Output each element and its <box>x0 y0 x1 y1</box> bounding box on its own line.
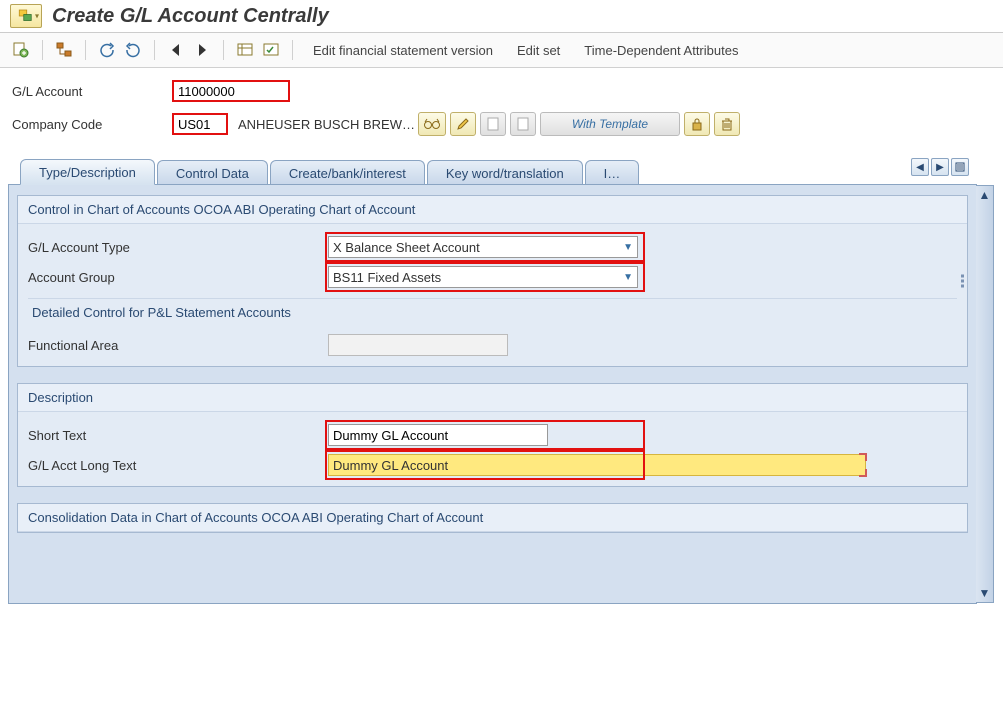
next-icon <box>196 43 208 57</box>
account-group-row: Account Group BS11 Fixed Assets ▼ <box>28 266 957 288</box>
long-text-input[interactable]: Dummy GL Account <box>328 454 866 476</box>
list-icon <box>955 162 965 172</box>
dropdown-icon: ▼ <box>623 242 633 253</box>
tabstrip: Type/Description Control Data Create/ban… <box>8 158 995 184</box>
gl-account-row: G/L Account <box>12 80 991 102</box>
short-text-label: Short Text <box>28 428 328 443</box>
group-consolidation: Consolidation Data in Chart of Accounts … <box>17 503 968 533</box>
tab-keyword-translation[interactable]: Key word/translation <box>427 160 583 185</box>
company-code-label: Company Code <box>12 117 172 132</box>
pencil-icon <box>456 117 470 131</box>
next-button[interactable] <box>191 39 213 61</box>
time-dep-button[interactable]: Time-Dependent Attributes <box>574 43 748 58</box>
glasses-button[interactable] <box>418 112 446 136</box>
group-description: Description Short Text G/L Acct Long Tex… <box>17 383 968 487</box>
scroll-up-icon[interactable]: ▲ <box>976 186 993 204</box>
delete-button[interactable] <box>714 112 740 136</box>
redo-icon <box>125 42 141 58</box>
prev-icon <box>170 43 182 57</box>
gl-account-label: G/L Account <box>12 84 172 99</box>
tab-information[interactable]: I… <box>585 160 640 185</box>
scroll-down-icon[interactable]: ▼ <box>976 584 993 602</box>
trash-icon <box>721 117 733 131</box>
account-group-value: BS11 Fixed Assets <box>333 270 441 285</box>
document-icon <box>517 117 529 131</box>
detailed-control-title: Detailed Control for P&L Statement Accou… <box>28 298 957 326</box>
tab-scroll-left[interactable]: ◀ <box>911 158 929 176</box>
gl-account-type-row: G/L Account Type X Balance Sheet Account… <box>28 236 957 258</box>
separator <box>42 40 43 60</box>
dropdown-icon: ▼ <box>623 272 633 283</box>
sap-app-icon <box>17 7 35 25</box>
undo-icon <box>99 42 115 58</box>
gl-account-input[interactable] <box>172 80 290 102</box>
required-marker <box>859 453 867 461</box>
doc-button-1[interactable] <box>480 112 506 136</box>
lock-button[interactable] <box>684 112 710 136</box>
tab-control-data[interactable]: Control Data <box>157 160 268 185</box>
doc-plus-icon <box>12 41 30 59</box>
tab-create-bank-interest[interactable]: Create/bank/interest <box>270 160 425 185</box>
company-code-name: ANHEUSER BUSCH BREWI… <box>238 117 418 132</box>
functional-area-row: Functional Area <box>28 334 957 356</box>
short-text-input[interactable] <box>328 424 548 446</box>
doc-button-2[interactable] <box>510 112 536 136</box>
account-group-select[interactable]: BS11 Fixed Assets ▼ <box>328 266 638 288</box>
tab-list-button[interactable] <box>951 158 969 176</box>
account-group-label: Account Group <box>28 270 328 285</box>
gl-account-type-value: X Balance Sheet Account <box>333 240 480 255</box>
separator <box>292 40 293 60</box>
lock-icon <box>691 117 703 131</box>
functional-area-input[interactable] <box>328 334 508 356</box>
gl-account-type-select[interactable]: X Balance Sheet Account ▼ <box>328 236 638 258</box>
separator <box>85 40 86 60</box>
separator <box>154 40 155 60</box>
edit-pencil-button[interactable] <box>450 112 476 136</box>
hierarchy-icon <box>55 41 73 59</box>
vertical-scrollbar[interactable]: ▲ ▼ <box>976 185 994 603</box>
tabstrip-area: Type/Description Control Data Create/ban… <box>0 150 1003 604</box>
long-text-value: Dummy GL Account <box>333 458 448 473</box>
tab-scroll-right[interactable]: ▶ <box>931 158 949 176</box>
tab-type-description[interactable]: Type/Description <box>20 159 155 185</box>
gl-account-type-label: G/L Account Type <box>28 240 328 255</box>
group-consolidation-title: Consolidation Data in Chart of Accounts … <box>18 504 967 532</box>
tab-content: Control in Chart of Accounts OCOA ABI Op… <box>8 184 977 604</box>
document-icon <box>487 117 499 131</box>
glasses-icon <box>423 117 441 131</box>
app-menu-button[interactable]: ▾ <box>10 4 42 28</box>
long-text-label: G/L Acct Long Text <box>28 458 328 473</box>
check-button[interactable] <box>53 39 75 61</box>
table-icon <box>236 41 254 59</box>
other-object-button[interactable] <box>10 39 32 61</box>
change-button[interactable] <box>260 39 282 61</box>
header-fields: G/L Account Company Code ANHEUSER BUSCH … <box>0 68 1003 150</box>
short-text-row: Short Text <box>28 424 957 446</box>
undo-button[interactable] <box>96 39 118 61</box>
with-template-button[interactable]: With Template <box>540 112 680 136</box>
app-toolbar: Edit financial statement version Edit se… <box>0 33 1003 68</box>
page-title: Create G/L Account Centrally <box>52 5 329 28</box>
table-check-icon <box>262 41 280 59</box>
redo-button[interactable] <box>122 39 144 61</box>
group-control-coa: Control in Chart of Accounts OCOA ABI Op… <box>17 195 968 367</box>
tab-scroller: ◀ ▶ <box>911 158 969 176</box>
dropdown-icon: ▾ <box>35 12 39 21</box>
required-marker <box>859 469 867 477</box>
header-icon-buttons: With Template <box>418 112 740 136</box>
group-control-coa-title: Control in Chart of Accounts OCOA ABI Op… <box>18 196 967 224</box>
group-description-title: Description <box>18 384 967 412</box>
edit-set-button[interactable]: Edit set <box>507 43 570 58</box>
company-code-input[interactable] <box>172 113 228 135</box>
long-text-row: G/L Acct Long Text Dummy GL Account <box>28 454 957 476</box>
edit-fin-button[interactable]: Edit financial statement version <box>303 43 503 58</box>
functional-area-label: Functional Area <box>28 338 328 353</box>
separator <box>223 40 224 60</box>
company-code-row: Company Code ANHEUSER BUSCH BREWI… With … <box>12 112 991 136</box>
title-bar: ▾ Create G/L Account Centrally <box>0 0 1003 33</box>
prev-button[interactable] <box>165 39 187 61</box>
resize-handle[interactable] <box>961 275 964 288</box>
display-button[interactable] <box>234 39 256 61</box>
